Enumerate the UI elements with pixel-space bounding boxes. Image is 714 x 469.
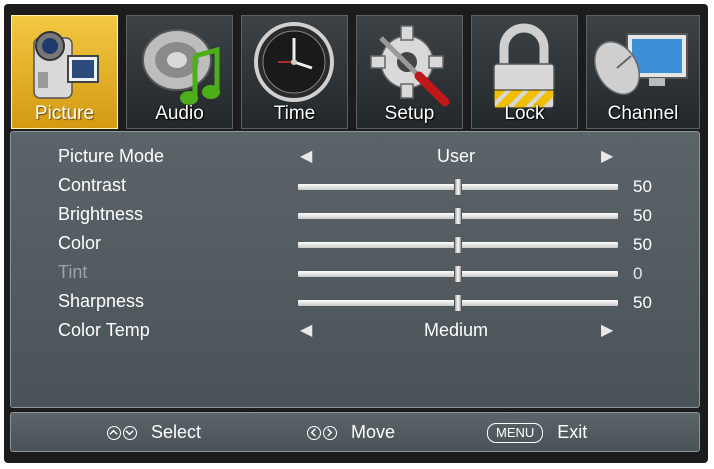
setting-label: Color xyxy=(58,233,102,253)
slider-thumb[interactable] xyxy=(454,178,462,196)
settings-panel: Picture Mode ◀ User ▶ Contrast 50 Bright… xyxy=(10,131,700,408)
down-arrow-icon xyxy=(123,425,137,440)
tab-audio[interactable]: Audio xyxy=(126,15,233,129)
right-arrow-icon xyxy=(323,425,337,440)
slider-thumb[interactable] xyxy=(454,207,462,225)
tab-label: Time xyxy=(273,103,316,124)
tab-label: Lock xyxy=(504,103,545,124)
osd-frame: Picture Audio Time Setup Lock Channel Pi… xyxy=(4,4,708,463)
slider-value: 50 xyxy=(633,235,652,254)
up-arrow-icon xyxy=(107,425,121,440)
slider-value: 50 xyxy=(633,293,652,312)
arrow-right-icon[interactable]: ▶ xyxy=(601,146,613,166)
left-arrow-icon xyxy=(307,425,321,440)
option-value: User xyxy=(436,146,475,166)
tab-setup[interactable]: Setup xyxy=(356,15,463,129)
hint-exit: MENU Exit xyxy=(487,422,587,443)
hint-select-label: Select xyxy=(151,422,202,442)
setting-row-tint: Tint 0 xyxy=(11,260,699,288)
setting-row-picture-mode[interactable]: Picture Mode ◀ User ▶ xyxy=(11,144,699,172)
hint-exit-label: Exit xyxy=(557,422,588,442)
setting-label: Sharpness xyxy=(58,291,145,311)
tab-label: Setup xyxy=(384,103,435,124)
hint-move: Move xyxy=(307,422,395,443)
setting-label: Color Temp xyxy=(58,320,150,340)
slider-track[interactable] xyxy=(298,294,618,312)
tab-label: Channel xyxy=(607,103,679,124)
hint-move-label: Move xyxy=(351,422,396,442)
footer-hints: Select Move MENU Exit xyxy=(10,412,700,452)
setting-label: Brightness xyxy=(58,204,144,224)
slider-value: 50 xyxy=(633,206,652,225)
tab-label: Audio xyxy=(155,103,204,124)
setting-row-brightness[interactable]: Brightness 50 xyxy=(11,202,699,230)
setting-row-color-temp[interactable]: Color Temp ◀ Medium ▶ xyxy=(11,318,699,346)
setting-row-contrast[interactable]: Contrast 50 xyxy=(11,173,699,201)
hint-select: Select xyxy=(107,422,201,443)
slider-thumb[interactable] xyxy=(454,294,462,312)
tab-time[interactable]: Time xyxy=(241,15,348,129)
slider-thumb xyxy=(454,265,462,283)
arrow-right-icon[interactable]: ▶ xyxy=(601,320,613,340)
slider-value: 0 xyxy=(633,264,643,283)
slider-track[interactable] xyxy=(298,207,618,225)
slider-value: 50 xyxy=(633,177,652,196)
slider-thumb[interactable] xyxy=(454,236,462,254)
setting-label: Contrast xyxy=(58,175,127,195)
menu-key-icon: MENU xyxy=(487,422,544,443)
option-value: Medium xyxy=(423,320,489,340)
slider-track[interactable] xyxy=(298,236,618,254)
tab-label: Picture xyxy=(34,103,95,124)
slider-track[interactable] xyxy=(298,178,618,196)
arrow-left-icon[interactable]: ◀ xyxy=(300,146,312,166)
setting-label: Tint xyxy=(58,262,88,282)
slider-track xyxy=(298,265,618,283)
setting-label: Picture Mode xyxy=(58,146,165,166)
tab-lock[interactable]: Lock xyxy=(471,15,578,129)
arrow-left-icon[interactable]: ◀ xyxy=(300,320,312,340)
tab-picture[interactable]: Picture xyxy=(11,15,118,129)
tab-channel[interactable]: Channel xyxy=(586,15,700,129)
setting-row-color[interactable]: Color 50 xyxy=(11,231,699,259)
setting-row-sharpness[interactable]: Sharpness 50 xyxy=(11,289,699,317)
